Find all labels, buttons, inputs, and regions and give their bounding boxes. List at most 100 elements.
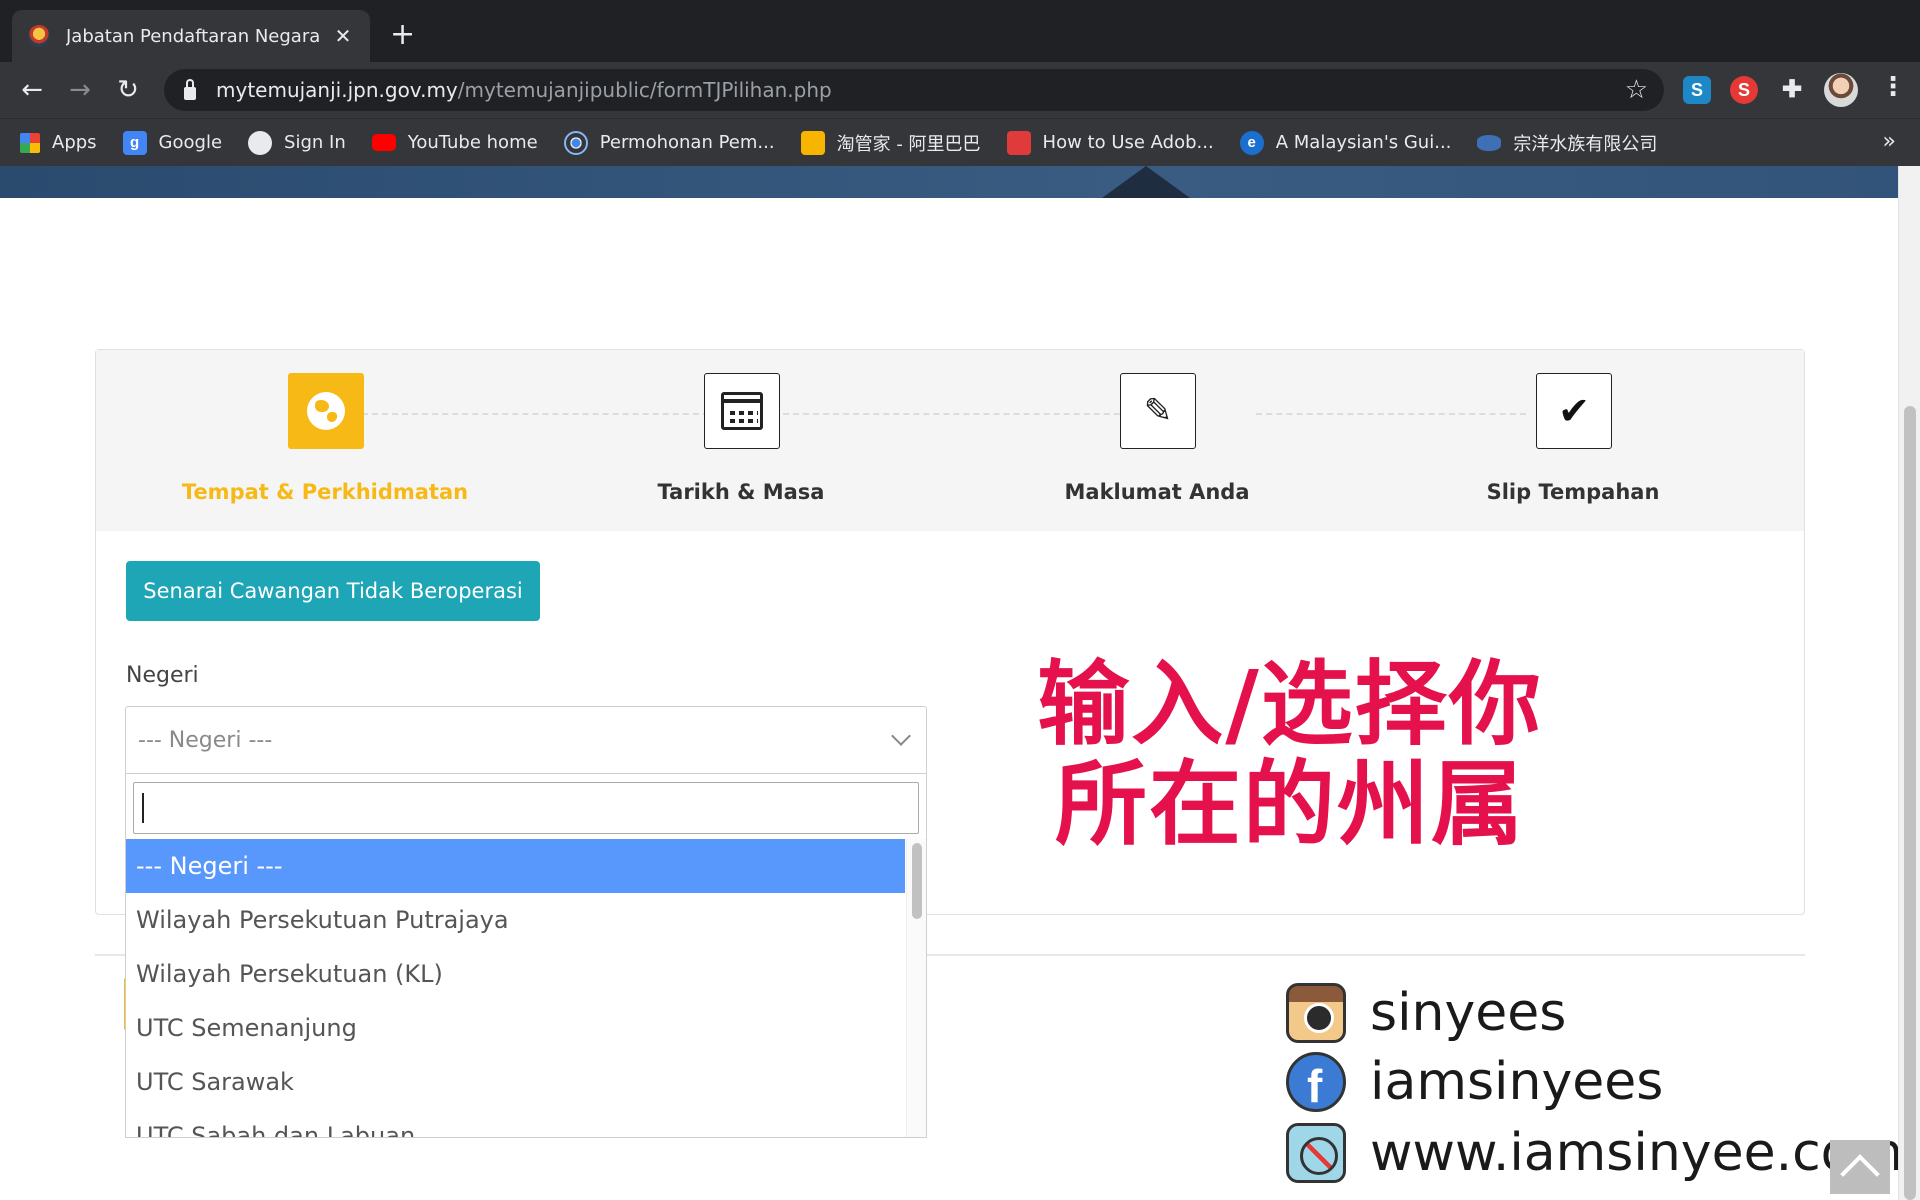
jpn-crest-icon bbox=[28, 25, 50, 47]
chevron-up-icon bbox=[1840, 1154, 1880, 1194]
negeri-select[interactable]: --- Negeri --- bbox=[125, 706, 927, 774]
adobe-icon bbox=[1006, 130, 1031, 155]
step-icon-box bbox=[288, 373, 364, 449]
step-slip[interactable]: ✔ Slip Tempahan bbox=[1423, 350, 1723, 531]
globe-icon bbox=[248, 130, 273, 155]
calendar-icon bbox=[721, 392, 763, 430]
overlay-instruction: 输入/选择你 所在的州属 bbox=[1000, 655, 1580, 855]
extension-s-red-icon[interactable]: S bbox=[1730, 76, 1758, 104]
bookmark-sign-in[interactable]: Sign In bbox=[248, 130, 346, 155]
pencil-icon: ✎ bbox=[1143, 391, 1173, 431]
negeri-option[interactable]: UTC Sarawak bbox=[126, 1055, 905, 1109]
bookmark-label: 宗洋水族有限公司 bbox=[1513, 133, 1658, 155]
eye-icon bbox=[1477, 134, 1502, 151]
overlay-line-1: 输入/选择你 bbox=[1037, 651, 1543, 758]
social-handle: www.iamsinyee.com bbox=[1370, 1123, 1904, 1183]
bookmark-label: Permohonan Pem... bbox=[599, 132, 775, 153]
browser-toolbar: ← → ↻ mytemujanji.jpn.gov.my/mytemujanji… bbox=[0, 62, 1920, 118]
chevron-down-icon[interactable] bbox=[891, 726, 911, 746]
negeri-select-value: --- Negeri --- bbox=[138, 727, 273, 753]
step-maklumat[interactable]: ✎ Maklumat Anda bbox=[1007, 350, 1307, 531]
bookmark-star-icon[interactable]: ☆ bbox=[1625, 75, 1648, 105]
hero-banner bbox=[0, 166, 1898, 198]
bookmark-taobao[interactable]: 淘管家 - 阿里巴巴 bbox=[800, 130, 981, 156]
profile-avatar[interactable] bbox=[1824, 73, 1858, 107]
negeri-options-list: --- Negeri --- Wilayah Persekutuan Putra… bbox=[126, 839, 905, 1137]
text-caret bbox=[142, 793, 144, 823]
dropdown-scroll-thumb[interactable] bbox=[912, 843, 922, 919]
bookmark-label: A Malaysian's Gui... bbox=[1275, 132, 1452, 153]
bookmark-aquarium[interactable]: 宗洋水族有限公司 bbox=[1477, 130, 1657, 156]
bookmark-youtube[interactable]: YouTube home bbox=[371, 132, 538, 153]
bookmark-label: Google bbox=[158, 132, 223, 153]
wizard-steps: Tempat & Perkhidmatan Tarikh & Masa ✎ Ma… bbox=[96, 350, 1804, 531]
extension-s-blue-icon[interactable]: S bbox=[1683, 76, 1711, 104]
social-handle: sinyees bbox=[1370, 983, 1567, 1043]
google-icon: g bbox=[122, 130, 147, 155]
forward-arrow-icon[interactable]: → bbox=[62, 72, 98, 108]
safari-compass-icon bbox=[1286, 1123, 1346, 1183]
bookmark-google[interactable]: g Google bbox=[122, 130, 223, 155]
step-icon-box: ✔ bbox=[1536, 373, 1612, 449]
bookmark-label: Sign In bbox=[284, 132, 346, 153]
social-handle: iamsinyees bbox=[1370, 1052, 1664, 1112]
taobao-icon bbox=[800, 130, 825, 155]
lock-icon[interactable] bbox=[184, 78, 196, 100]
back-arrow-icon[interactable]: ← bbox=[14, 72, 50, 108]
negeri-option[interactable]: Wilayah Persekutuan Putrajaya bbox=[126, 893, 905, 947]
step-label: Maklumat Anda bbox=[1064, 480, 1250, 504]
step-label: Slip Tempahan bbox=[1486, 480, 1660, 504]
page-scroll-thumb[interactable] bbox=[1904, 406, 1916, 1200]
new-tab-button[interactable]: + bbox=[390, 20, 415, 50]
negeri-option[interactable]: UTC Sabah dan Labuan bbox=[126, 1109, 905, 1137]
extensions-puzzle-icon[interactable]: ✚ bbox=[1778, 76, 1806, 104]
ie-icon: e bbox=[1239, 130, 1264, 155]
tab-title: Jabatan Pendaftaran Negara bbox=[66, 25, 321, 47]
youtube-icon bbox=[371, 134, 396, 151]
bookmarks-bar: Apps g Google Sign In YouTube home Permoh… bbox=[0, 118, 1920, 166]
url-host: mytemujanji.jpn.gov.my bbox=[216, 78, 458, 102]
bookmark-apps[interactable]: Apps bbox=[20, 132, 97, 153]
reload-icon[interactable]: ↻ bbox=[110, 72, 146, 108]
closed-branches-button[interactable]: Senarai Cawangan Tidak Beroperasi bbox=[126, 561, 540, 621]
negeri-dropdown: --- Negeri --- Wilayah Persekutuan Putra… bbox=[125, 774, 927, 1138]
browser-tab-active[interactable]: Jabatan Pendaftaran Negara ✕ bbox=[12, 10, 370, 62]
negeri-option[interactable]: UTC Semenanjung bbox=[126, 1001, 905, 1055]
bookmark-adobe[interactable]: How to Use Adob... bbox=[1006, 130, 1214, 155]
step-icon-box: ✎ bbox=[1120, 373, 1196, 449]
dropdown-scrollbar[interactable] bbox=[906, 839, 926, 1137]
browser-menu-icon[interactable]: ⋮ bbox=[1880, 72, 1906, 102]
bookmark-label: 淘管家 - 阿里巴巴 bbox=[836, 133, 981, 155]
bookmark-label: YouTube home bbox=[407, 132, 538, 153]
step-tempat[interactable]: Tempat & Perkhidmatan bbox=[175, 350, 475, 531]
bookmark-malaysian-guide[interactable]: e A Malaysian's Gui... bbox=[1239, 130, 1452, 155]
social-instagram: sinyees bbox=[1286, 983, 1566, 1043]
step-label: Tarikh & Masa bbox=[657, 480, 825, 504]
check-icon: ✔ bbox=[1558, 389, 1590, 433]
instagram-icon bbox=[1286, 983, 1346, 1043]
bookmark-label: How to Use Adob... bbox=[1042, 132, 1214, 153]
social-facebook: iamsinyees bbox=[1286, 1052, 1664, 1113]
page-scrollbar[interactable] bbox=[1898, 166, 1920, 1200]
bookmark-permohonan[interactable]: Permohonan Pem... bbox=[563, 130, 775, 155]
step-tarikh[interactable]: Tarikh & Masa bbox=[591, 350, 891, 531]
address-bar[interactable]: mytemujanji.jpn.gov.my/mytemujanjipublic… bbox=[164, 69, 1664, 111]
negeri-label: Negeri bbox=[126, 663, 199, 688]
url-path: /mytemujanjipublic/formTJPilihan.php bbox=[457, 78, 832, 102]
browser-tab-strip: Jabatan Pendaftaran Negara ✕ + bbox=[0, 0, 1920, 62]
negeri-option[interactable]: --- Negeri --- bbox=[126, 839, 905, 893]
back-to-top-button[interactable] bbox=[1830, 1140, 1890, 1194]
close-tab-icon[interactable]: ✕ bbox=[332, 24, 354, 48]
chrome-icon bbox=[563, 130, 588, 155]
negeri-search-input[interactable] bbox=[133, 782, 919, 834]
overlay-line-2: 所在的州属 bbox=[1054, 751, 1525, 858]
social-website: www.iamsinyee.com bbox=[1286, 1123, 1903, 1183]
step-icon-box bbox=[704, 373, 780, 449]
step-label: Tempat & Perkhidmatan bbox=[181, 480, 469, 504]
facebook-icon bbox=[1286, 1052, 1346, 1113]
bookmark-label: Apps bbox=[52, 132, 97, 153]
negeri-option[interactable]: Wilayah Persekutuan (KL) bbox=[126, 947, 905, 1001]
bookmarks-overflow-icon[interactable]: » bbox=[1883, 129, 1896, 154]
globe-icon bbox=[307, 392, 345, 430]
apps-grid-icon bbox=[20, 132, 40, 153]
